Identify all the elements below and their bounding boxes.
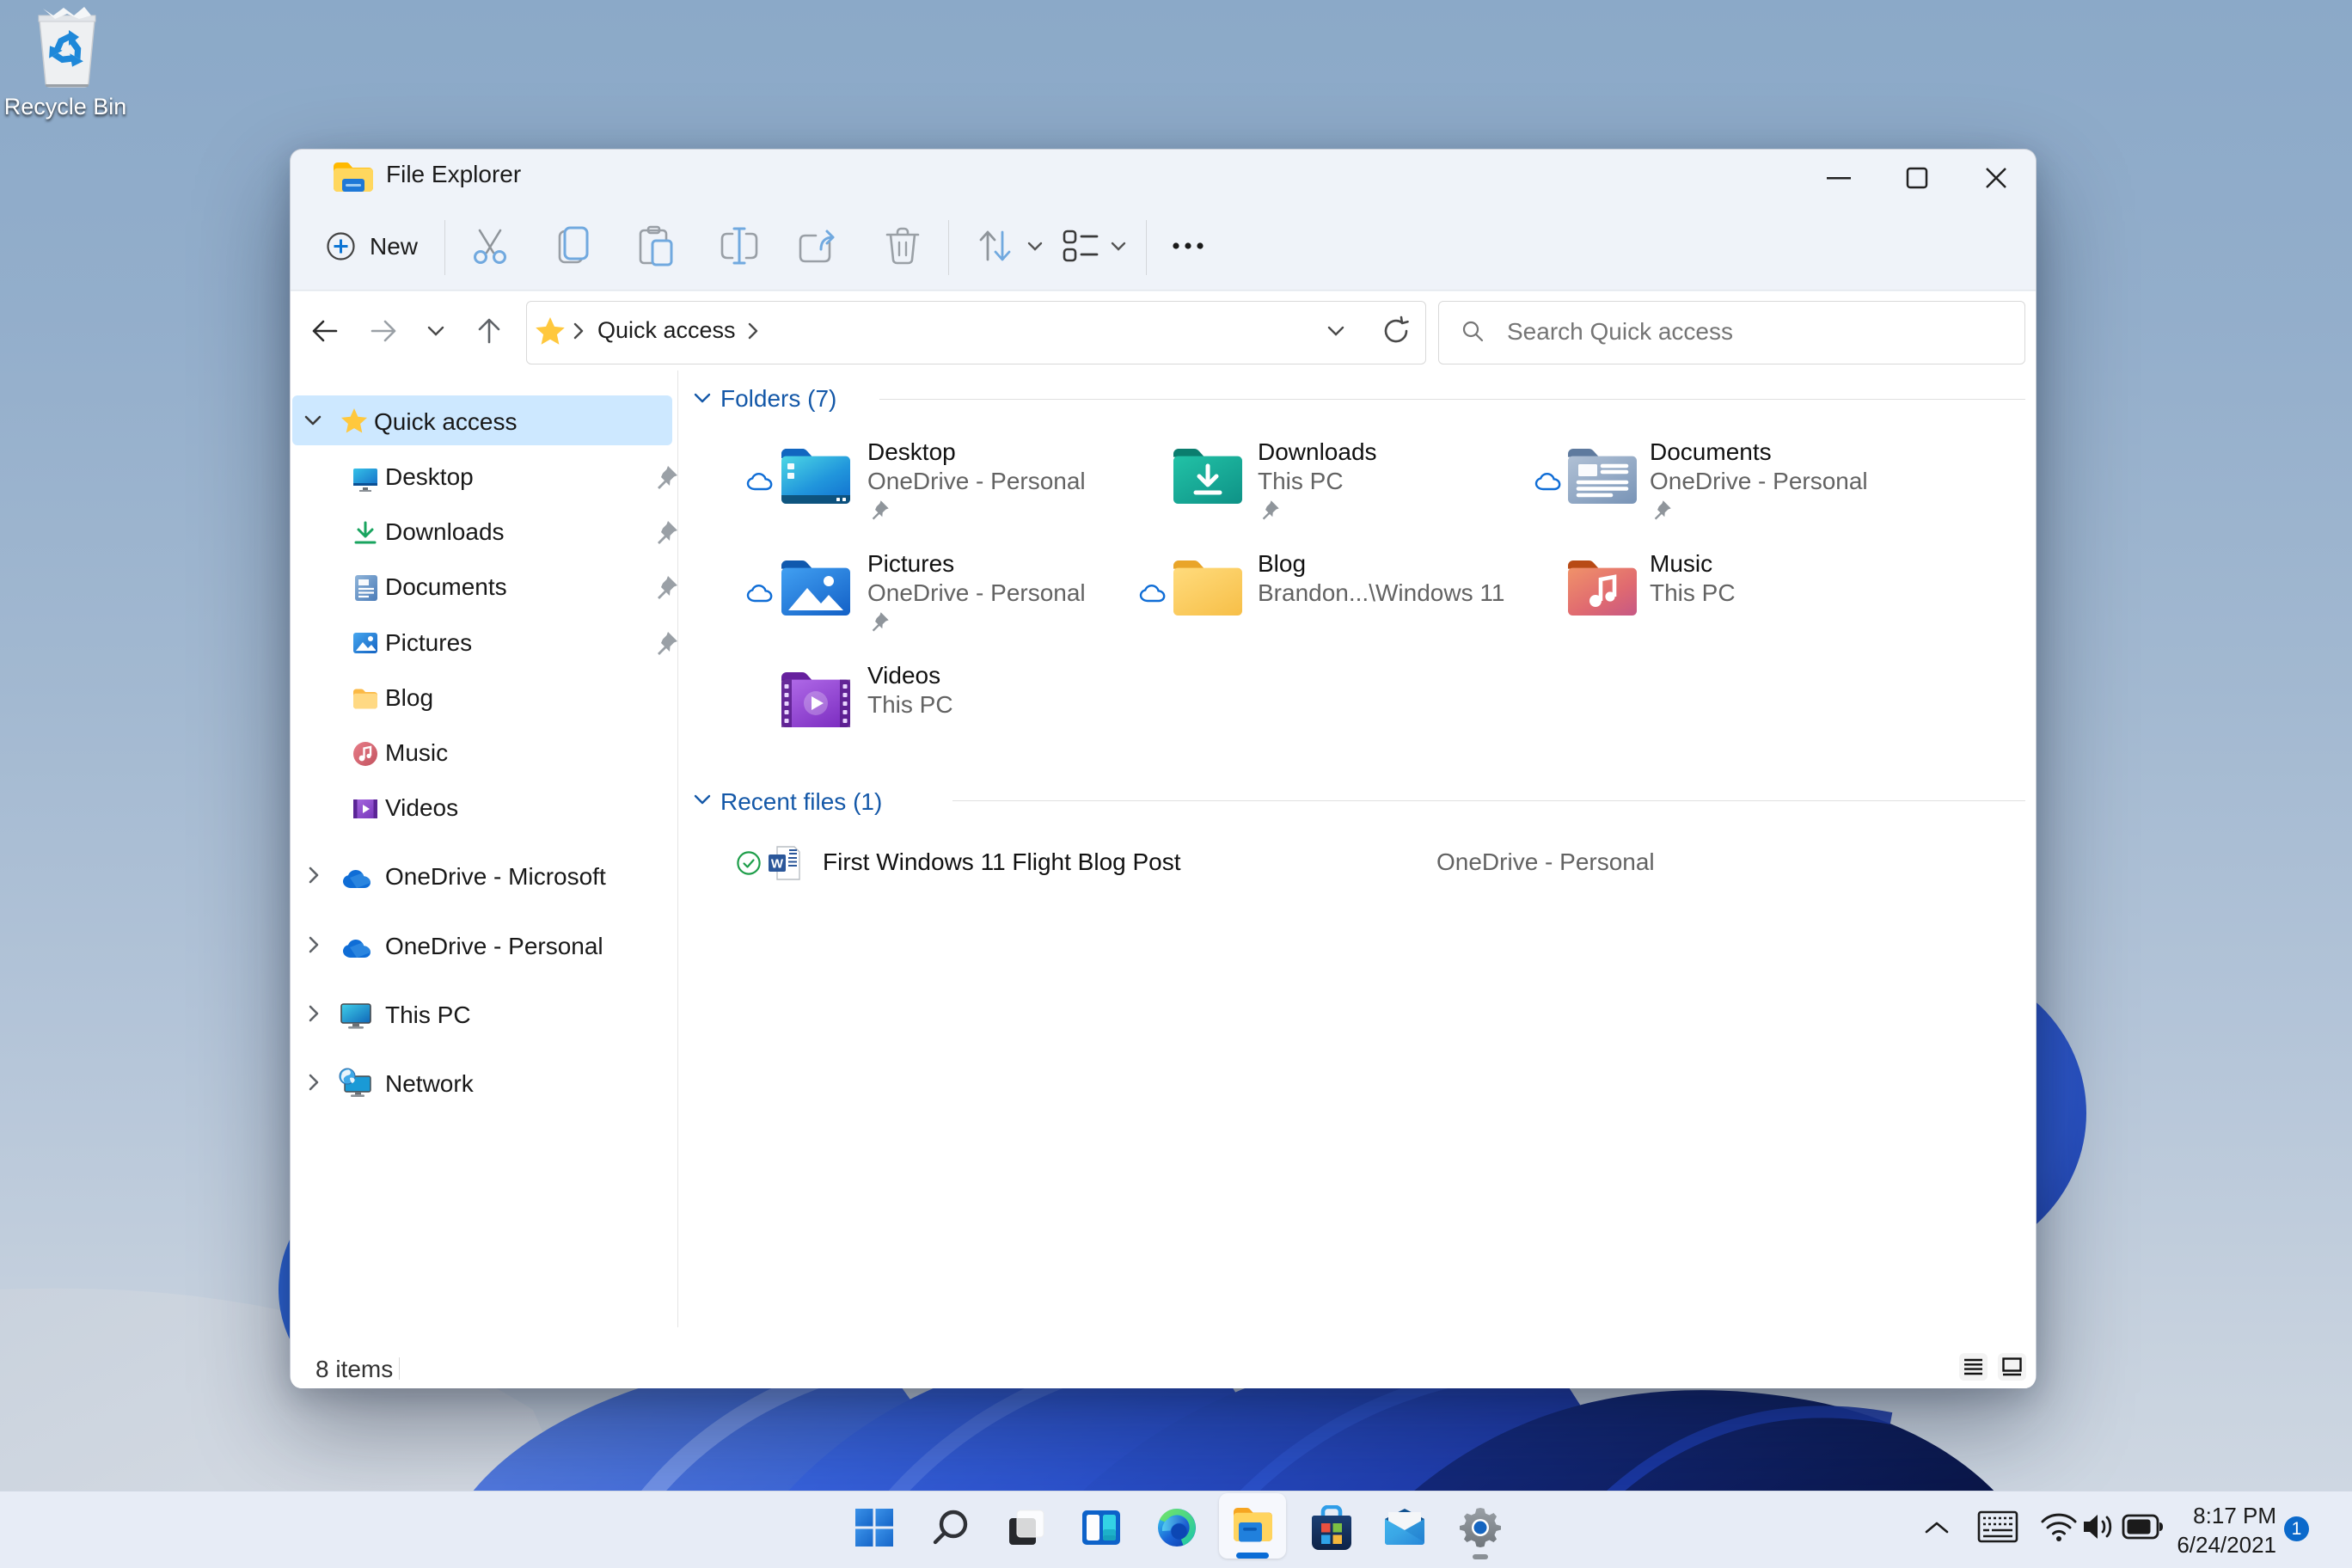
svg-text:W: W bbox=[771, 857, 784, 872]
